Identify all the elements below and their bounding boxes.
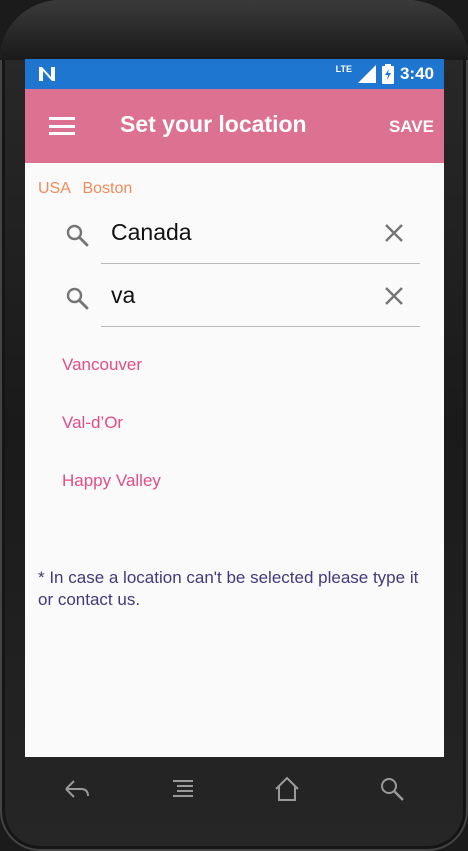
status-time: 3:40 (399, 64, 434, 83)
suggestion-item[interactable]: Vancouver (62, 355, 142, 375)
navigation-bar (0, 757, 468, 851)
help-note: * In case a location can't be selected p… (38, 568, 419, 609)
notification-n-icon (39, 67, 55, 81)
screen: LTE 3:40 Set your location SAVE USA Bost… (25, 59, 444, 757)
search-icon[interactable] (378, 775, 406, 803)
home-icon[interactable] (273, 775, 301, 803)
city-input-value[interactable]: va (111, 282, 135, 309)
menu-lines-icon[interactable] (169, 775, 197, 803)
city-search-field[interactable]: va (66, 270, 420, 327)
country-input-value[interactable]: Canada (111, 219, 192, 246)
hamburger-menu-icon[interactable] (49, 117, 75, 135)
search-icon (66, 287, 89, 310)
current-country: USA (38, 180, 71, 197)
clear-icon[interactable] (384, 286, 404, 306)
current-location: USA Boston (38, 180, 132, 198)
current-city: Boston (82, 180, 133, 197)
page-title: Set your location (120, 111, 307, 137)
network-type-label: LTE (335, 64, 352, 74)
country-search-field[interactable]: Canada (66, 207, 420, 264)
battery-icon (381, 64, 394, 84)
back-icon[interactable] (63, 775, 91, 803)
suggestion-item[interactable]: Happy Valley (62, 471, 161, 491)
search-icon (66, 224, 89, 247)
status-bar: LTE 3:40 (25, 59, 444, 89)
save-button[interactable]: SAVE (389, 117, 434, 137)
status-right: LTE 3:40 (336, 63, 434, 85)
app-bar: Set your location SAVE (25, 89, 444, 163)
suggestion-item[interactable]: Val-d’Or (62, 413, 123, 433)
signal-icon (357, 65, 376, 83)
device-frame: LTE 3:40 Set your location SAVE USA Bost… (0, 0, 468, 851)
device-top-bezel (0, 0, 468, 60)
clear-icon[interactable] (384, 223, 404, 243)
